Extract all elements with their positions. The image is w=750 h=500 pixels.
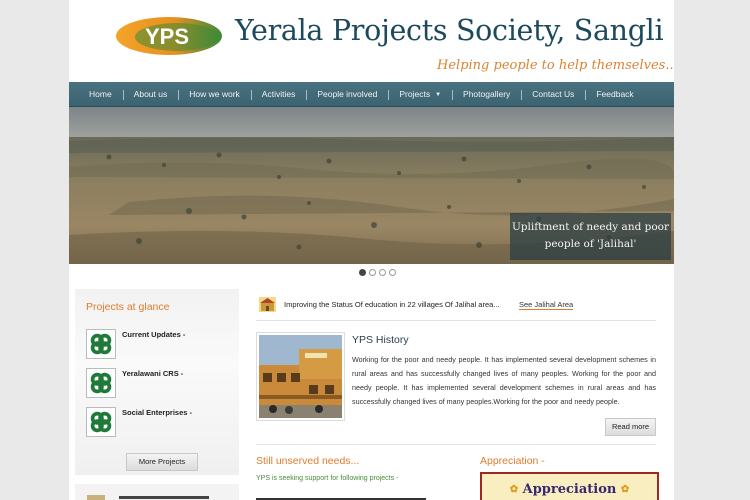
slide-dot-4[interactable] bbox=[389, 269, 396, 276]
celtic-knot-icon bbox=[86, 407, 116, 437]
school-icon bbox=[259, 297, 276, 312]
project-item-yeralawani-crs[interactable]: Yeralawani CRS - bbox=[86, 368, 236, 400]
nav-item-photogallery[interactable]: Photogallery bbox=[452, 82, 521, 107]
nav-item-how-we-work[interactable]: How we work bbox=[178, 82, 251, 107]
nav-item-feedback[interactable]: Feedback bbox=[585, 82, 644, 107]
document-icon bbox=[87, 495, 105, 500]
history-photo bbox=[256, 332, 345, 421]
slide-dot-3[interactable] bbox=[379, 269, 386, 276]
yps-logo[interactable]: YPS bbox=[115, 16, 223, 56]
project-item-social-enterprises[interactable]: Social Enterprises - bbox=[86, 407, 236, 439]
news-ticker: Improving the Status Of education in 22 … bbox=[256, 291, 656, 321]
slide-caption: Upliftment of needy and poor people of '… bbox=[510, 213, 671, 260]
nav-item-home[interactable]: Home bbox=[78, 82, 123, 107]
slider-pagination bbox=[359, 269, 396, 276]
appreciation-title: Appreciation - bbox=[480, 455, 545, 467]
flower-icon: ✿ bbox=[620, 484, 630, 495]
see-jalihal-area-link[interactable]: See Jalihal Area bbox=[519, 300, 574, 310]
site-title: Yerala Projects Society, Sangli bbox=[235, 14, 664, 47]
nav-item-about-us[interactable]: About us bbox=[122, 82, 179, 107]
appreciation-banner-text: Appreciation bbox=[522, 482, 617, 497]
history-body: Working for the poor and needy people. I… bbox=[352, 355, 656, 406]
panel-title: Projects at glance bbox=[86, 301, 170, 313]
nav-item-projects[interactable]: Projects ▼ bbox=[388, 82, 452, 107]
appreciation-banner[interactable]: ✿ Appreciation ✿ bbox=[480, 472, 659, 500]
site-tagline: Helping people to help themselves... bbox=[437, 58, 674, 73]
slide-dot-1[interactable] bbox=[359, 269, 366, 276]
cut-off-text bbox=[119, 496, 209, 499]
needs-title: Still unserved needs... bbox=[256, 455, 360, 467]
project-label: Current Updates - bbox=[122, 330, 186, 339]
nav-item-activities[interactable]: Activities bbox=[250, 82, 307, 107]
nav-item-people-involved[interactable]: People involved bbox=[306, 82, 388, 107]
projects-panel: Projects at glance Current Updates - Yer… bbox=[75, 289, 239, 475]
svg-text:YPS: YPS bbox=[145, 24, 189, 49]
slide-dot-2[interactable] bbox=[369, 269, 376, 276]
building-photo bbox=[259, 335, 342, 418]
read-more-button[interactable]: Read more bbox=[605, 418, 656, 436]
needs-text: YPS is seeking support for following pro… bbox=[256, 475, 399, 482]
cut-off-text bbox=[256, 496, 426, 500]
chevron-down-icon: ▼ bbox=[435, 92, 442, 98]
more-projects-button[interactable]: More Projects bbox=[126, 453, 198, 471]
nav-item-contact-us[interactable]: Contact Us bbox=[521, 82, 585, 107]
celtic-knot-icon bbox=[86, 368, 116, 398]
divider bbox=[256, 444, 656, 445]
history-title: YPS History bbox=[352, 334, 409, 346]
site-header: YPS Yerala Projects Society, Sangli Help… bbox=[69, 0, 674, 82]
project-label: Yeralawani CRS - bbox=[122, 369, 184, 378]
hero-slider[interactable]: Upliftment of needy and poor people of '… bbox=[69, 107, 674, 264]
page: YPS Yerala Projects Society, Sangli Help… bbox=[69, 0, 674, 500]
celtic-knot-icon bbox=[86, 329, 116, 359]
project-label: Social Enterprises - bbox=[122, 408, 193, 417]
flower-icon: ✿ bbox=[509, 484, 519, 495]
main-nav: Home About us How we work Activities Peo… bbox=[69, 82, 674, 107]
ticker-text: Improving the Status Of education in 22 … bbox=[284, 300, 500, 309]
left-panel-next-section bbox=[75, 484, 239, 500]
project-item-current-updates[interactable]: Current Updates - bbox=[86, 329, 236, 361]
